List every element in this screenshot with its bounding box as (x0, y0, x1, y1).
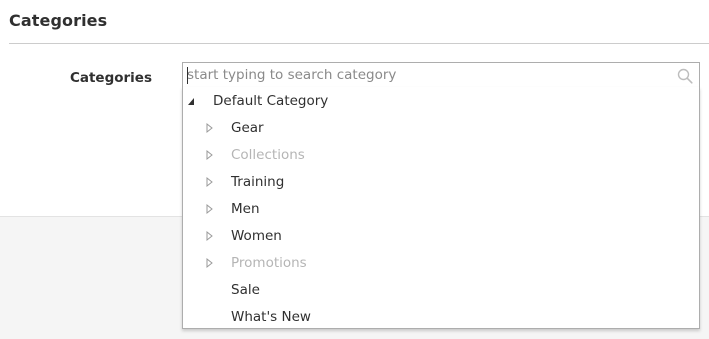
tree-node-label[interactable]: Women (231, 225, 282, 247)
tree-node-whats-new[interactable]: What's New (183, 306, 697, 328)
tree-node-label[interactable]: Training (231, 171, 284, 193)
section-title: Categories (9, 11, 108, 30)
tree-node-men[interactable]: Men (183, 198, 697, 220)
tree-node-women[interactable]: Women (183, 225, 697, 247)
tree-node-default-category[interactable]: Default Category (183, 90, 697, 112)
search-icon[interactable] (677, 68, 693, 84)
text-caret (187, 67, 188, 84)
tree-node-training[interactable]: Training (183, 171, 697, 193)
section-divider (9, 43, 709, 44)
category-tree-dropdown: Default Category Gear Collections Traini… (182, 87, 700, 329)
tree-node-promotions[interactable]: Promotions (183, 252, 697, 274)
tree-node-label[interactable]: Collections (231, 144, 305, 166)
tree-node-label[interactable]: Default Category (213, 90, 328, 112)
category-settings-page: Categories Categories Default Category G… (0, 0, 709, 339)
triangle-right-icon[interactable] (205, 144, 215, 166)
tree-node-collections[interactable]: Collections (183, 144, 697, 166)
triangle-right-icon[interactable] (205, 198, 215, 220)
triangle-right-icon[interactable] (205, 171, 215, 193)
categories-field-label: Categories (69, 70, 152, 86)
tree-node-gear[interactable]: Gear (183, 117, 697, 139)
triangle-right-icon[interactable] (205, 225, 215, 247)
tree-node-label[interactable]: Men (231, 198, 260, 220)
triangle-right-icon[interactable] (205, 252, 215, 274)
tree-node-sale[interactable]: Sale (183, 279, 697, 301)
triangle-down-icon[interactable] (187, 90, 197, 112)
triangle-right-icon[interactable] (205, 117, 215, 139)
tree-node-label[interactable]: Sale (231, 279, 260, 301)
category-search-box[interactable] (182, 62, 700, 88)
tree-node-label[interactable]: What's New (231, 306, 311, 328)
tree-node-label[interactable]: Gear (231, 117, 264, 139)
tree-node-label[interactable]: Promotions (231, 252, 307, 274)
category-search-input[interactable] (187, 63, 667, 87)
